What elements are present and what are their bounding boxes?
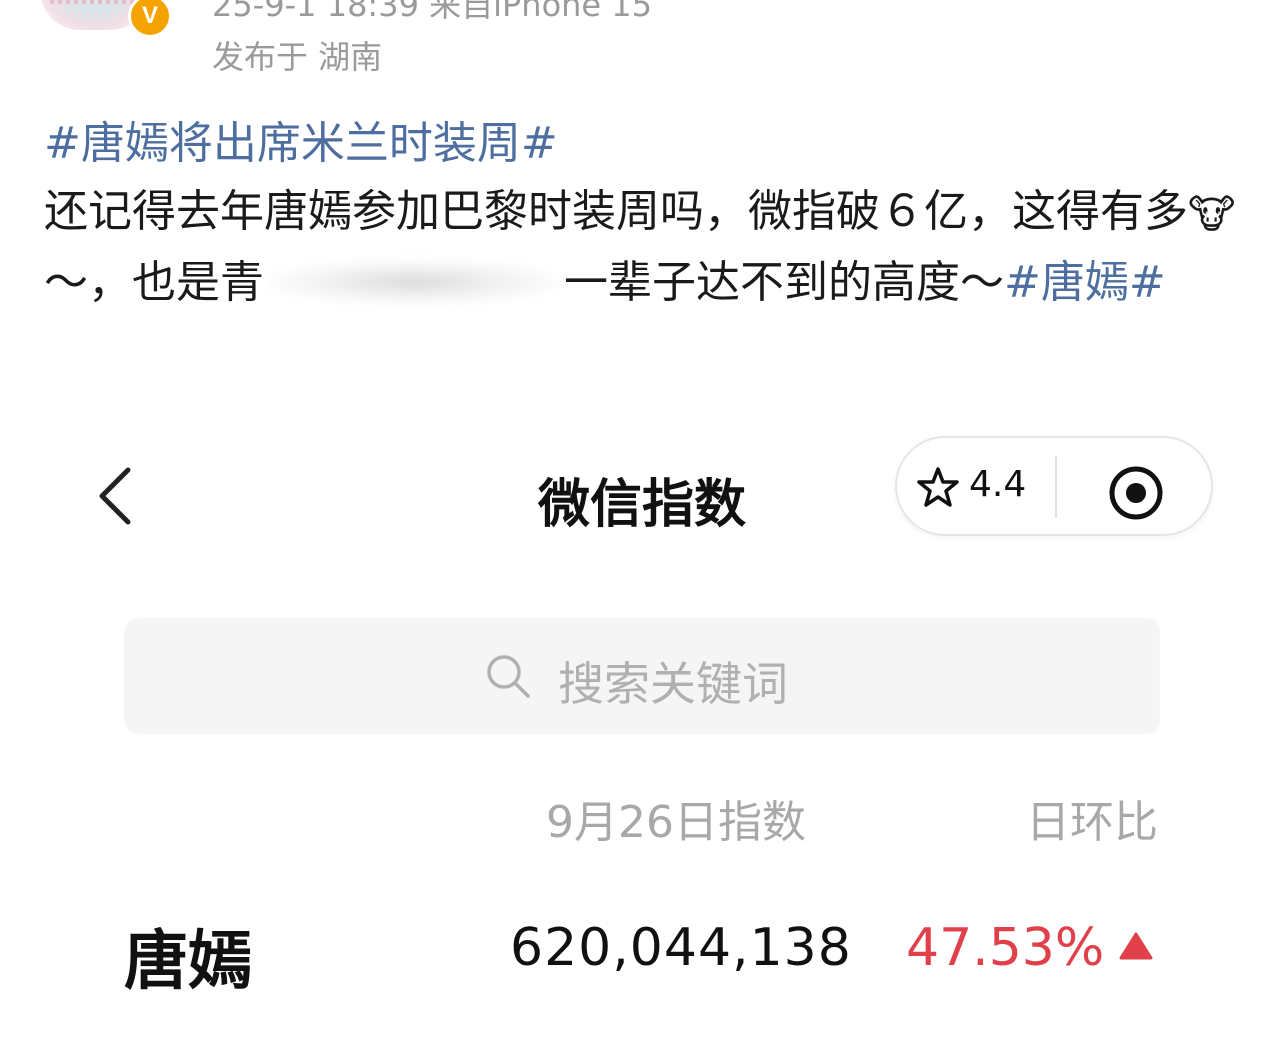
post-body: #唐嫣将出席米兰时装周# 还记得去年唐嫣参加巴黎时装周吗，微指破６亿，这得有多🐮… [44,110,1240,317]
column-header-change: 日环比 [1026,797,1158,848]
target-icon[interactable] [1107,464,1165,522]
post-text-1: 还记得去年唐嫣参加巴黎时装周吗，微指破６亿，这得有多 [44,186,1188,237]
topic-link[interactable]: #唐嫣将出席米兰时装周# [44,118,558,169]
cow-emoji-icon: 🐮 [1188,192,1236,238]
verified-badge-icon: V [128,0,172,38]
change-value: 47.53% [906,918,1105,978]
search-placeholder: 搜索关键词 [558,657,788,711]
post-text-3a: 青 [220,257,264,308]
post-timestamp-source: 25-9-1 18:39 来自iPhone 15 [212,0,653,24]
keyword-label: 唐嫣 [124,925,252,999]
index-value: 620,044,138 [510,918,852,978]
capsule-divider [1055,456,1057,518]
post-text-3b: 一辈子达不到的高度～ [564,257,1004,308]
topic-link-2[interactable]: #唐嫣# [1004,257,1166,308]
post-location: 发布于 湖南 [212,38,383,76]
mini-program-capsule[interactable]: 4.4 [895,436,1213,536]
avatar-decoration [50,0,140,4]
rating-value: 4.4 [969,464,1027,505]
search-icon [487,655,530,698]
column-header-index: 9月26日指数 [546,797,806,848]
star-icon[interactable] [917,466,959,508]
blurred-text [264,259,564,305]
post-text-2: ～，也是 [44,257,220,308]
triangle-up-icon [1119,932,1153,960]
